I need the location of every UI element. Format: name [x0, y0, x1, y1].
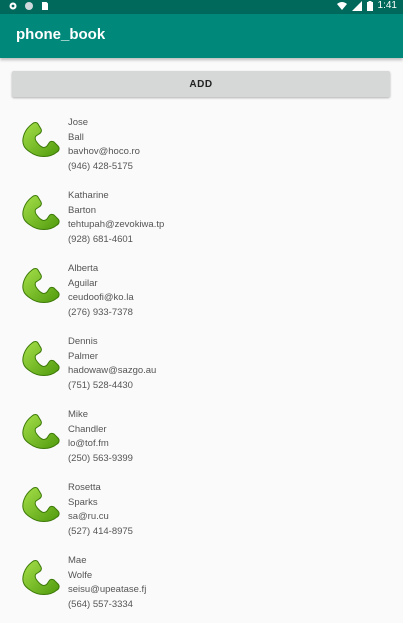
contact-phone: (751) 528-4430: [68, 379, 133, 391]
contact-phone: (928) 681-4601: [68, 233, 133, 245]
contact-last-name: Wolfe: [68, 569, 93, 581]
contact-email: tehtupah@zevokiwa.tp: [68, 219, 165, 230]
sim-card-icon: [42, 2, 48, 10]
contact-last-name: Barton: [68, 204, 96, 216]
contact-list: Jose Ball bavhov@hoco.ro (946) 428-5175 Kath…: [0, 112, 403, 623]
contact-phone: (527) 414-8975: [68, 525, 133, 537]
contact-email: sa@ru.cu: [68, 511, 109, 522]
gear-icon: [9, 2, 17, 10]
contact-info: Dennis Palmer hadowaw@sazgo.au (751) 528-44…: [68, 335, 156, 393]
contact-last-name: Chandler: [68, 423, 107, 435]
contact-phone: (250) 563-9399: [68, 452, 133, 464]
contact-last-name: Sparks: [68, 496, 98, 508]
contact-first-name: Dennis: [68, 336, 98, 347]
contact-phone: (276) 933-7378: [68, 306, 133, 318]
contact-info: Katharine Barton tehtupah@zevokiwa.tp (928)…: [68, 189, 164, 247]
contact-phone: (564) 557-3334: [68, 598, 133, 610]
contact-email: seisu@upeatase.fj: [68, 584, 147, 595]
contact-last-name: Ball: [68, 131, 84, 143]
phone-icon: [18, 116, 62, 160]
contact-email: ceudoofi@ko.la: [68, 292, 134, 303]
phone-icon: [18, 335, 62, 379]
list-item[interactable]: Mike Chandler lo@tof.fm (250) 563-9399: [0, 404, 403, 477]
contact-first-name: Rosetta: [68, 482, 101, 493]
battery-icon: [366, 0, 373, 11]
phone-icon: [18, 481, 62, 525]
list-item[interactable]: Katharine Barton tehtupah@zevokiwa.tp (928)…: [0, 185, 403, 258]
list-item[interactable]: Rosetta Sparks sa@ru.cu (527) 414-8975: [0, 477, 403, 550]
contact-first-name: Alberta: [68, 263, 99, 274]
contact-first-name: Katharine: [68, 190, 109, 201]
contact-email: lo@tof.fm: [68, 438, 109, 449]
contact-info: Alberta Aguilar ceudoofi@ko.la (276) 933-73…: [68, 262, 134, 320]
list-item[interactable]: Jose Ball bavhov@hoco.ro (946) 428-5175: [0, 112, 403, 185]
signal-icon: [351, 0, 362, 11]
list-item[interactable]: Mae Wolfe seisu@upeatase.fj (564) 557-3334: [0, 550, 403, 623]
phone-icon: [18, 408, 62, 452]
add-button-label: ADD: [189, 78, 213, 90]
status-time: 1:41: [377, 0, 397, 11]
contact-info: Mae Wolfe seisu@upeatase.fj (564) 557-3334: [68, 554, 146, 612]
app-title: phone_book: [16, 26, 106, 43]
contact-info: Rosetta Sparks sa@ru.cu (527) 414-8975: [68, 481, 133, 539]
add-button[interactable]: ADD: [12, 71, 390, 97]
contact-info: Jose Ball bavhov@hoco.ro (946) 428-5175: [68, 116, 140, 174]
contact-phone: (946) 428-5175: [68, 160, 133, 172]
contact-last-name: Aguilar: [68, 277, 98, 289]
list-item[interactable]: Dennis Palmer hadowaw@sazgo.au (751) 528-44…: [0, 331, 403, 404]
contact-first-name: Mike: [68, 409, 89, 420]
app-bar: phone_book: [0, 14, 403, 58]
contact-email: bavhov@hoco.ro: [68, 146, 140, 157]
contact-info: Mike Chandler lo@tof.fm (250) 563-9399: [68, 408, 133, 466]
contact-first-name: Mae: [68, 555, 87, 566]
phone-icon: [18, 189, 62, 233]
wifi-icon: [336, 1, 347, 10]
phone-icon: [18, 262, 62, 306]
status-bar: 1:41: [0, 0, 403, 14]
circle-icon: [25, 2, 33, 10]
phone-icon: [18, 554, 62, 598]
contact-first-name: Jose: [68, 117, 89, 128]
contact-email: hadowaw@sazgo.au: [68, 365, 157, 376]
contact-last-name: Palmer: [68, 350, 99, 362]
list-item[interactable]: Alberta Aguilar ceudoofi@ko.la (276) 933-73…: [0, 258, 403, 331]
